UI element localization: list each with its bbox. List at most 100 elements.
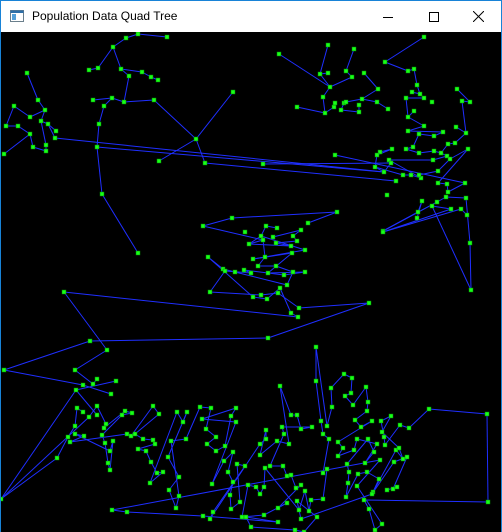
population-point — [452, 140, 458, 146]
tree-edge — [89, 337, 269, 342]
population-point — [209, 481, 215, 487]
tree-edge — [63, 291, 108, 351]
population-point — [140, 436, 146, 442]
tree-edge — [74, 407, 78, 427]
population-point — [90, 381, 96, 387]
quadtree-canvas[interactable] — [1, 32, 501, 532]
population-point — [35, 97, 41, 103]
population-point — [349, 375, 355, 381]
population-point — [463, 195, 469, 201]
population-point — [302, 269, 308, 275]
population-point — [199, 416, 205, 422]
tree-edge — [13, 105, 31, 118]
tree-edge — [315, 346, 328, 427]
population-point — [156, 411, 162, 417]
population-point — [288, 472, 294, 478]
population-point — [298, 516, 304, 522]
minimize-button[interactable] — [365, 1, 411, 32]
population-point — [375, 86, 381, 92]
population-point — [405, 114, 411, 120]
population-point — [228, 506, 234, 512]
population-point — [166, 487, 172, 493]
population-point — [229, 215, 235, 221]
population-point — [372, 527, 378, 532]
population-point — [382, 59, 388, 65]
population-point — [261, 512, 267, 518]
population-point — [344, 461, 350, 467]
population-point — [348, 390, 354, 396]
population-point — [404, 454, 410, 460]
population-point — [230, 89, 236, 95]
application-icon — [10, 10, 24, 22]
population-point — [431, 148, 437, 154]
population-point — [262, 254, 268, 260]
population-point — [325, 42, 331, 48]
tree-edge — [345, 48, 355, 72]
population-point — [225, 469, 231, 475]
population-point — [86, 67, 92, 73]
population-point — [154, 470, 160, 476]
population-point — [121, 99, 127, 105]
population-point — [27, 114, 33, 120]
tree-edge — [275, 265, 294, 273]
tree-edge — [1, 389, 77, 500]
population-point — [124, 431, 130, 437]
population-point — [374, 152, 380, 158]
maximize-button[interactable] — [411, 1, 457, 32]
population-point — [393, 178, 399, 184]
population-point — [90, 97, 96, 103]
population-point — [384, 192, 390, 198]
population-point — [378, 418, 384, 424]
population-point — [405, 128, 411, 134]
population-point — [346, 469, 352, 475]
population-point — [1, 151, 7, 157]
population-point — [150, 403, 156, 409]
close-button[interactable] — [455, 1, 501, 32]
population-point — [273, 240, 279, 246]
tree-edge — [329, 76, 353, 88]
population-point — [445, 141, 451, 147]
population-point — [380, 229, 386, 235]
population-point — [228, 413, 234, 419]
tree-edge — [97, 46, 114, 69]
quadtree-graph — [1, 32, 491, 532]
population-point — [261, 484, 267, 490]
population-point — [440, 129, 446, 135]
population-point — [94, 376, 100, 382]
tree-edge — [195, 91, 234, 140]
tree-edge — [123, 75, 130, 103]
tree-edge — [82, 384, 112, 395]
population-point — [411, 66, 417, 72]
population-point — [414, 215, 420, 221]
tree-edge — [96, 146, 385, 173]
population-point — [143, 448, 149, 454]
population-point — [298, 227, 304, 233]
tree-edge — [250, 526, 296, 531]
tree-edge — [260, 292, 279, 296]
tree-edge — [204, 162, 397, 182]
population-point — [388, 160, 394, 166]
population-point — [180, 419, 186, 425]
population-point — [27, 131, 33, 137]
tree-edge — [408, 408, 430, 429]
population-point — [128, 433, 134, 439]
population-point — [288, 412, 294, 418]
population-point — [320, 496, 326, 502]
title-bar[interactable]: Population Data Quad Tree — [1, 1, 501, 32]
population-point — [147, 480, 153, 486]
population-point — [361, 70, 367, 76]
population-point — [80, 409, 86, 415]
population-point — [390, 486, 396, 492]
tree-edge — [319, 44, 329, 75]
population-point — [250, 256, 256, 262]
population-point — [264, 296, 270, 302]
population-point — [253, 484, 259, 490]
tree-edge — [263, 467, 266, 488]
population-point — [107, 467, 113, 473]
population-point — [377, 457, 383, 463]
maximize-icon — [429, 11, 439, 22]
population-point — [355, 471, 361, 477]
population-point — [294, 498, 300, 504]
tree-edge — [352, 386, 367, 406]
population-point — [99, 191, 105, 197]
